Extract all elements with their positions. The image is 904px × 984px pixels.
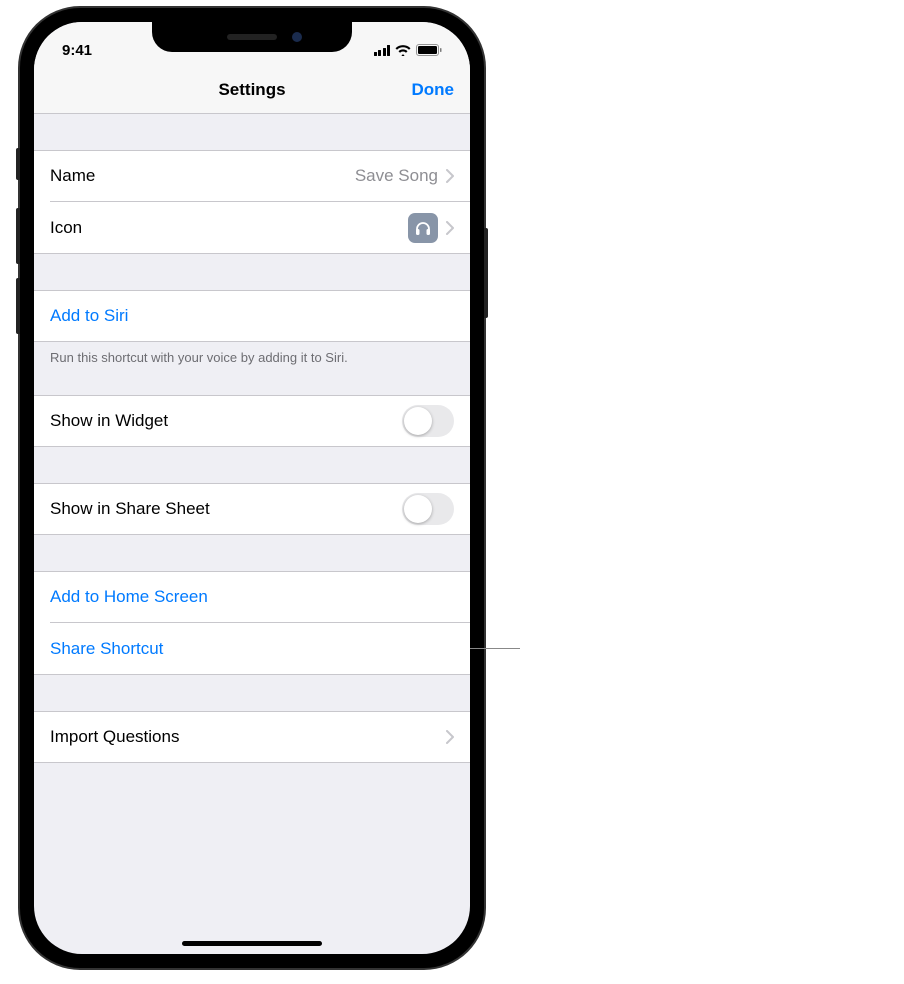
share-shortcut-label: Share Shortcut [50, 639, 454, 659]
import-questions-label: Import Questions [50, 727, 446, 747]
icon-label: Icon [50, 218, 408, 238]
add-to-siri-label: Add to Siri [50, 306, 454, 326]
chevron-right-icon [446, 730, 454, 744]
import-questions-row[interactable]: Import Questions [34, 711, 470, 763]
show-in-share-sheet-toggle[interactable] [402, 493, 454, 525]
add-to-home-screen-label: Add to Home Screen [50, 587, 454, 607]
screen: 9:41 Settings Done Name S [34, 22, 470, 954]
add-to-siri-row[interactable]: Add to Siri [34, 290, 470, 342]
phone-frame: 9:41 Settings Done Name S [20, 8, 484, 968]
chevron-right-icon [446, 169, 454, 183]
mute-switch [16, 148, 20, 180]
battery-icon [416, 44, 442, 56]
icon-row[interactable]: Icon [34, 202, 470, 254]
name-label: Name [50, 166, 355, 186]
show-in-share-sheet-row: Show in Share Sheet [34, 483, 470, 535]
status-time: 9:41 [62, 42, 92, 59]
name-row[interactable]: Name Save Song [34, 150, 470, 202]
volume-down-button [16, 278, 20, 334]
power-button [484, 228, 488, 318]
show-in-widget-toggle[interactable] [402, 405, 454, 437]
notch [152, 22, 352, 52]
home-indicator[interactable] [182, 941, 322, 946]
show-in-widget-row: Show in Widget [34, 395, 470, 447]
show-in-share-sheet-label: Show in Share Sheet [50, 499, 402, 519]
share-shortcut-row[interactable]: Share Shortcut [34, 623, 470, 675]
content: Name Save Song Icon Add [34, 114, 470, 763]
siri-footer-text: Run this shortcut with your voice by add… [34, 342, 470, 365]
cellular-signal-icon [374, 44, 391, 56]
annotation-callout-line [470, 648, 520, 649]
nav-bar: Settings Done [34, 66, 470, 114]
show-in-widget-label: Show in Widget [50, 411, 402, 431]
wifi-icon [395, 44, 411, 56]
page-title: Settings [218, 80, 285, 100]
name-value: Save Song [355, 166, 438, 186]
done-button[interactable]: Done [412, 80, 455, 100]
front-camera [292, 32, 302, 42]
volume-up-button [16, 208, 20, 264]
speaker-grille [227, 34, 277, 40]
chevron-right-icon [446, 221, 454, 235]
headphones-icon [408, 213, 438, 243]
add-to-home-screen-row[interactable]: Add to Home Screen [34, 571, 470, 623]
